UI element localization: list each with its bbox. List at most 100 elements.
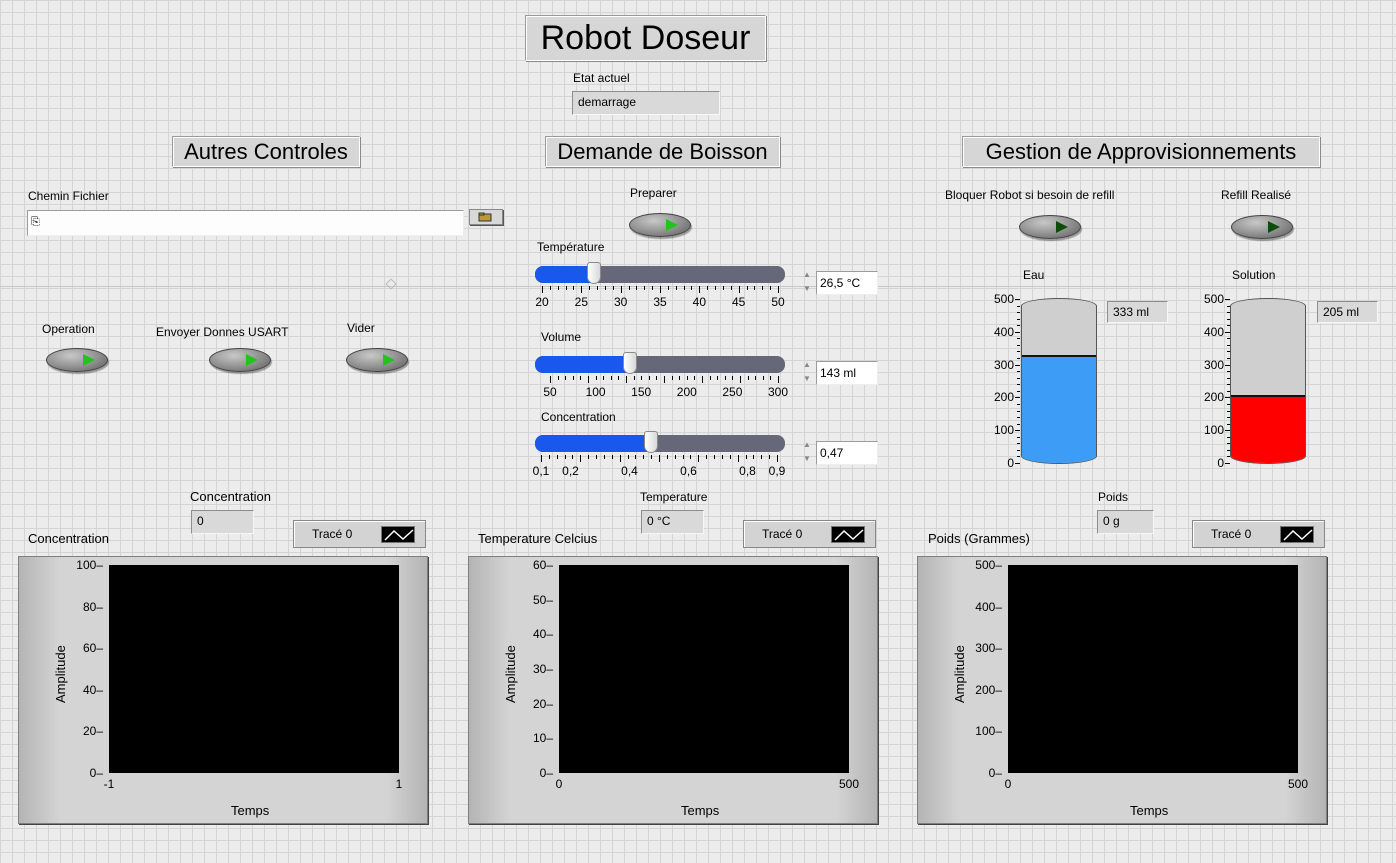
volume-scale-tick — [572, 376, 574, 380]
temperature-scale-tick — [730, 286, 732, 290]
temperature-scale-tick — [754, 286, 756, 290]
envoyer-usart-button[interactable] — [209, 348, 271, 372]
spin-arrows-icon[interactable]: ▲ ▼ — [800, 268, 814, 298]
y-tick-label: 60– — [532, 558, 553, 572]
temperature-slider[interactable] — [535, 262, 785, 284]
temperature-scale-tick — [683, 286, 685, 290]
concentration-scale-tick — [737, 455, 739, 462]
concentration-scale-tick — [572, 455, 574, 459]
file-path-input[interactable]: ⎘ — [27, 210, 464, 236]
graph-legend-concentration[interactable]: Tracé 0 — [293, 520, 426, 548]
operation-button[interactable] — [46, 348, 108, 372]
plot-area[interactable] — [1008, 565, 1298, 773]
temperature-scale: 20 25 30 35 40 45 50 — [535, 286, 785, 309]
volume-scale-tick — [641, 376, 643, 380]
path-icon: ⎘ — [31, 215, 40, 228]
temperature-scale-label: 35 — [653, 295, 667, 309]
eau-tank-minor-tick — [1017, 423, 1020, 425]
temperature-scale-tick — [762, 286, 764, 290]
temperature-scale-tick — [675, 286, 677, 290]
temperature-scale-tick — [746, 286, 748, 290]
y-tick-label: 0– — [988, 766, 1002, 780]
temperature-scale-tick — [597, 286, 599, 290]
graph-legend-temperature[interactable]: Tracé 0 — [743, 520, 876, 548]
volume-scale-tick — [595, 376, 597, 380]
concentration-scale-tick — [556, 455, 558, 459]
legend-label: Tracé 0 — [762, 527, 803, 541]
volume-scale-tick — [557, 376, 559, 380]
eau-tank-tick — [1015, 463, 1020, 464]
volume-slider-thumb[interactable] — [623, 352, 638, 374]
volume-value[interactable]: 143 ml — [816, 361, 878, 385]
play-icon — [383, 354, 395, 366]
play-icon — [1056, 221, 1068, 233]
concentration-scale-tick — [769, 455, 771, 459]
temperature-scale-tick — [722, 286, 724, 290]
concentration-scale-tick — [643, 455, 645, 459]
play-icon — [666, 219, 678, 231]
spin-arrows-icon[interactable]: ▲ ▼ — [800, 438, 814, 468]
y-tick-label: 30– — [532, 662, 553, 676]
volume-scale-tick — [610, 376, 612, 380]
volume-scale-tick — [603, 376, 605, 380]
volume-scale: 50 100 150 200 250 300 — [543, 376, 788, 399]
temperature-slider-label: Température — [537, 240, 605, 254]
eau-tank-minor-tick — [1017, 358, 1020, 360]
x-axis-label: Temps — [1130, 803, 1169, 818]
y-tick-label: 0– — [89, 766, 103, 780]
vider-button[interactable] — [346, 348, 408, 372]
y-tick-label: 60– — [82, 641, 103, 656]
eau-tank-tick-label: 200 — [993, 390, 1014, 405]
concentration-scale-tick — [753, 455, 755, 459]
concentration-slider-thumb[interactable] — [644, 431, 659, 453]
y-tick-label: 20– — [532, 696, 553, 711]
concentration-scale-tick — [761, 455, 763, 459]
solution-tank-tick-label: 300 — [1203, 357, 1224, 372]
preparer-button[interactable] — [629, 213, 691, 237]
concentration-scale-tick — [541, 455, 542, 462]
eau-tank-minor-tick — [1017, 449, 1020, 451]
plot-area[interactable] — [559, 565, 849, 773]
volume-scale-label: 150 — [631, 385, 652, 399]
concentration-slider[interactable] — [535, 431, 785, 453]
spin-arrows-icon[interactable]: ▲ ▼ — [800, 358, 814, 388]
temperature-scale-label: 45 — [731, 295, 746, 309]
eau-tank-minor-tick — [1017, 403, 1020, 405]
volume-scale-tick — [762, 376, 764, 380]
x-tick-label: 0 — [1004, 777, 1012, 791]
temperature-scale-tick — [660, 286, 661, 293]
concentration-scale-label: 0,2 — [562, 464, 579, 478]
refill-button[interactable] — [1231, 215, 1293, 239]
volume-scale-tick — [580, 376, 582, 380]
concentration-scale-tick — [690, 455, 692, 459]
bloquer-robot-button[interactable] — [1019, 215, 1081, 239]
eau-tank-tick — [1015, 331, 1020, 333]
volume-slider[interactable] — [535, 352, 785, 374]
temperature-slider-thumb[interactable] — [586, 262, 601, 284]
y-tick-label: 100– — [975, 724, 1002, 739]
section-autres-controles: Autres Controles — [172, 136, 360, 167]
volume-scale-label: 200 — [676, 385, 697, 399]
temperature-slider-fill — [535, 266, 594, 283]
eau-tank-tick-label: 400 — [993, 324, 1014, 339]
browse-button[interactable] — [469, 209, 503, 225]
temperature-scale-tick — [707, 286, 709, 290]
concentration-value[interactable]: 0,47 — [816, 441, 878, 465]
y-tick-label: 500– — [975, 558, 1002, 572]
temperature-value[interactable]: 26,5 °C — [816, 271, 878, 295]
page-title: Robot Doseur — [525, 15, 766, 61]
concentration-indicator-label: Concentration — [190, 489, 271, 504]
eau-tank-minor-tick — [1017, 384, 1020, 386]
volume-scale-tick — [770, 376, 772, 380]
temperature-scale-tick — [636, 286, 638, 290]
concentration-scale-tick — [619, 455, 621, 462]
operation-label: Operation — [42, 322, 95, 336]
state-label: Etat actuel — [573, 71, 630, 85]
concentration-scale-tick — [706, 455, 708, 459]
graph-temperature: 60– 50– 40– 30– 20– 10– 0– 0 500 Temps Amplitude — [468, 556, 878, 824]
legend-label: Tracé 0 — [312, 527, 353, 541]
volume-slider-fill — [535, 356, 631, 373]
plot-area[interactable] — [109, 565, 399, 773]
file-path-label: Chemin Fichier — [28, 189, 109, 203]
graph-legend-poids[interactable]: Tracé 0 — [1192, 520, 1325, 548]
